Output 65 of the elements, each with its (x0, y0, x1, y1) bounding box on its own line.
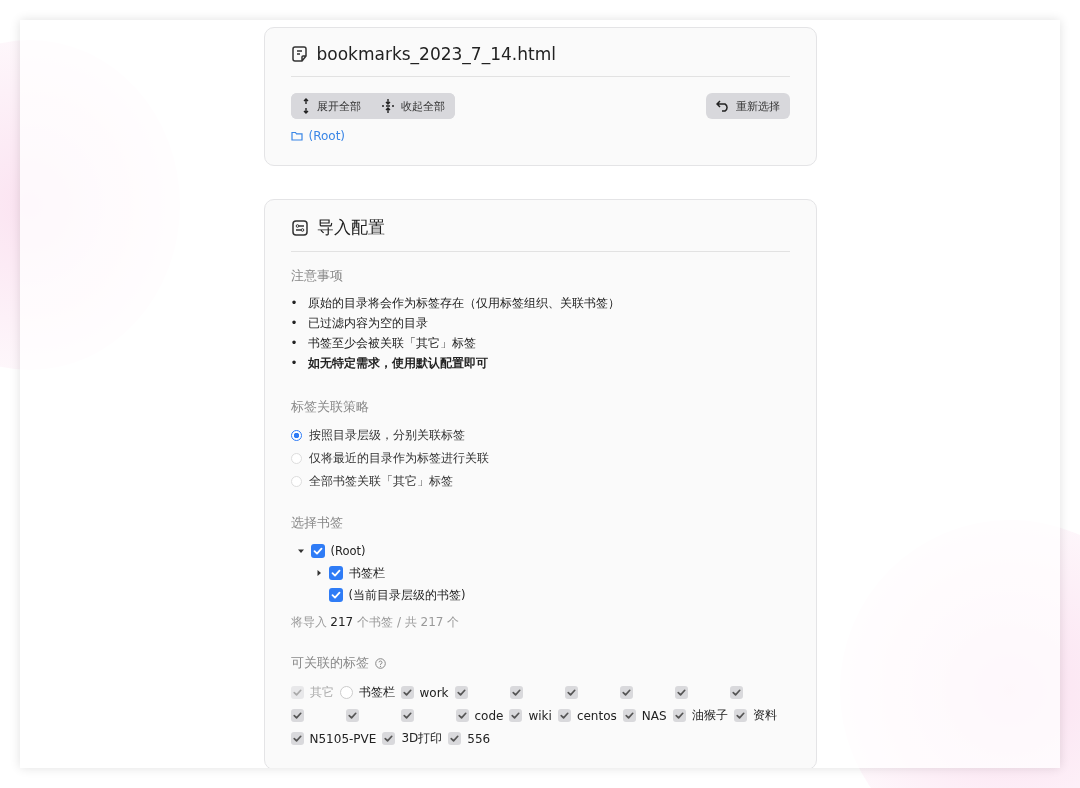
tag-label: 油猴子 (691, 707, 728, 724)
folder-icon (290, 131, 303, 141)
tag-label: code (474, 708, 504, 723)
tag-checkbox[interactable] (672, 709, 686, 722)
caret-icon[interactable] (296, 547, 305, 555)
section-title: 导入配置 (316, 216, 385, 239)
tag-label: 556 (467, 731, 491, 746)
tag-checkbox[interactable] (557, 709, 571, 722)
tag-label: work (419, 685, 449, 700)
tag-label: NAS (641, 708, 667, 723)
tag-checkbox[interactable] (622, 709, 636, 722)
tag-checkbox[interactable] (674, 686, 688, 699)
tree-label: 书签栏 (348, 565, 385, 581)
radio-label[interactable]: 全部书签关联「其它」标签 (308, 473, 453, 490)
file-icon (290, 45, 309, 63)
tag-checkbox[interactable] (290, 709, 304, 722)
note-text: 已过滤内容为空的目录 (307, 315, 428, 332)
tag-checkbox[interactable] (382, 732, 396, 745)
tree-label: (Root) (330, 544, 366, 558)
bullet: • (290, 335, 298, 352)
notes-heading: 注意事项 (290, 268, 344, 285)
tag-checkbox[interactable] (345, 709, 359, 722)
import-summary: 将导入 217 个书签 / 共 217 个 (290, 614, 461, 631)
note-text: 如无特定需求，使用默认配置即可 (307, 355, 488, 372)
reselect-button[interactable]: 重新选择 (705, 93, 790, 119)
tag-label: centos (576, 708, 617, 723)
strategy-heading: 标签关联策略 (290, 399, 370, 416)
tag-label: 书签栏 (358, 684, 395, 701)
tag-checkbox[interactable] (454, 686, 468, 699)
tag-checkbox[interactable] (619, 686, 633, 699)
tag-checkbox[interactable] (400, 686, 414, 699)
bullet: • (290, 315, 298, 332)
tags-heading: 可关联的标签 (290, 655, 369, 672)
tag-label: 3D打印 (401, 730, 443, 747)
tag-checkbox[interactable] (509, 686, 523, 699)
path-link[interactable]: (Root) (308, 129, 346, 143)
checkbox[interactable] (310, 544, 325, 558)
checkbox[interactable] (328, 588, 343, 602)
tag-checkbox[interactable] (729, 686, 743, 699)
tag-checkbox[interactable] (455, 709, 469, 722)
bullet: • (290, 355, 298, 372)
tag-label: wiki (528, 708, 552, 723)
radio-label[interactable]: 仅将最近的目录作为标签进行关联 (308, 450, 489, 467)
tag-checkbox[interactable] (733, 709, 747, 722)
bullet: • (290, 295, 298, 312)
tag-label: N5105-PVE (309, 731, 377, 746)
radio-button[interactable] (290, 430, 302, 441)
tag-label: 其它 (309, 684, 334, 701)
select-heading: 选择书签 (290, 515, 344, 532)
settings-icon (290, 218, 309, 237)
tree-label: (当前目录层级的书签) (348, 587, 466, 603)
tag-label: 资料 (752, 707, 777, 724)
checkbox[interactable] (328, 566, 343, 580)
note-text: 书签至少会被关联「其它」标签 (307, 335, 476, 352)
undo-arrow-icon (715, 100, 730, 112)
tag-checkbox[interactable] (339, 686, 353, 699)
tag-checkbox[interactable] (400, 709, 414, 722)
tag-checkbox[interactable] (509, 709, 523, 722)
collapse-arrows-icon (380, 98, 395, 114)
file-title: bookmarks_2023_7_14.html (316, 44, 556, 64)
tag-checkbox[interactable] (448, 732, 462, 745)
tag-checkbox[interactable] (564, 686, 578, 699)
note-text: 原始的目录将会作为标签存在（仅用标签组织、关联书签） (307, 295, 620, 312)
tag-checkbox[interactable] (290, 732, 304, 745)
radio-label[interactable]: 按照目录层级，分别关联标签 (308, 427, 465, 444)
